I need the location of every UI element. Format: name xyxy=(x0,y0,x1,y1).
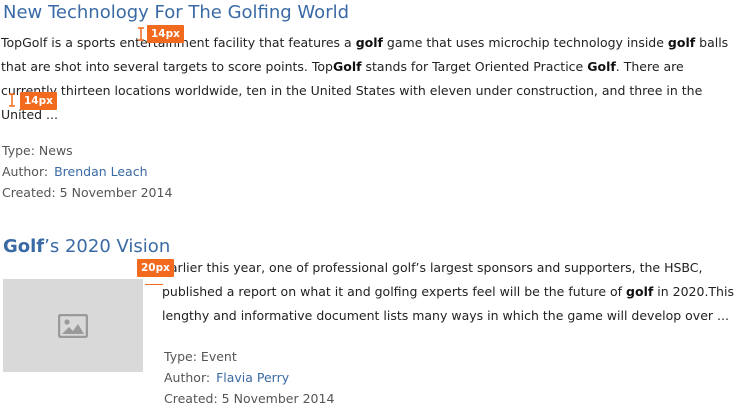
description-text: game that uses microchip technology insi… xyxy=(382,35,668,50)
highlighted-term: golf xyxy=(667,35,696,50)
result-description: TopGolf is a sports entertainment facili… xyxy=(1,31,739,127)
spacing-guide-line xyxy=(145,284,163,285)
result-title-highlight: Golf xyxy=(3,236,45,257)
text-cursor-icon xyxy=(9,93,15,107)
search-result-1: New Technology For The Golfing World Top… xyxy=(0,0,741,203)
type-value: Event xyxy=(200,349,237,364)
spacing-annotation-badge: 14px xyxy=(147,25,184,43)
author-link[interactable]: Flavia Perry xyxy=(216,370,289,385)
created-date: 5 November 2014 xyxy=(59,185,173,200)
search-result-2: Golf’s 2020 Vision Earlier this year, on… xyxy=(0,234,741,406)
result-type: Type: Event xyxy=(164,346,334,367)
highlighted-term: golf xyxy=(626,284,654,299)
type-label: Type: xyxy=(2,143,35,158)
highlighted-term: Golf xyxy=(332,59,362,74)
created-date: 5 November 2014 xyxy=(221,391,335,406)
result-title-text: New Technology For The Golfing World xyxy=(3,2,350,23)
image-placeholder-icon xyxy=(58,313,88,338)
text-cursor-icon xyxy=(138,27,144,41)
highlighted-term: Golf xyxy=(587,59,616,74)
author-label: Author: xyxy=(164,370,211,385)
result-meta: Type: Event Author: Flavia Perry Created:… xyxy=(162,346,334,409)
result-meta: Type: News Author: Brendan Leach Created:… xyxy=(0,140,741,203)
author-link[interactable]: Brendan Leach xyxy=(54,164,147,179)
spacing-annotation-badge: 14px xyxy=(20,92,57,110)
result-created: Created: 5 November 2014 xyxy=(2,182,741,203)
result-type: Type: News xyxy=(2,140,741,161)
spacing-annotation-badge: 20px xyxy=(137,259,174,277)
type-label: Type: xyxy=(164,349,197,364)
created-label: Created: xyxy=(164,391,218,406)
result-title-link[interactable]: New Technology For The Golfing World xyxy=(3,0,741,26)
author-label: Author: xyxy=(2,164,49,179)
result-author: Author: Flavia Perry xyxy=(164,367,334,388)
result-created: Created: 5 November 2014 xyxy=(164,388,334,409)
result-author: Author: Brendan Leach xyxy=(2,161,741,182)
created-label: Created: xyxy=(2,185,56,200)
description-text: stands for Target Oriented Practice xyxy=(361,59,588,74)
result-thumbnail[interactable] xyxy=(3,279,143,372)
result-title-text: ’s 2020 Vision xyxy=(44,236,171,257)
description-text: Earlier this year, one of professional g… xyxy=(162,260,703,299)
highlighted-term: golf xyxy=(355,35,383,50)
result-description: Earlier this year, one of professional g… xyxy=(162,256,737,328)
type-value: News xyxy=(38,143,73,158)
